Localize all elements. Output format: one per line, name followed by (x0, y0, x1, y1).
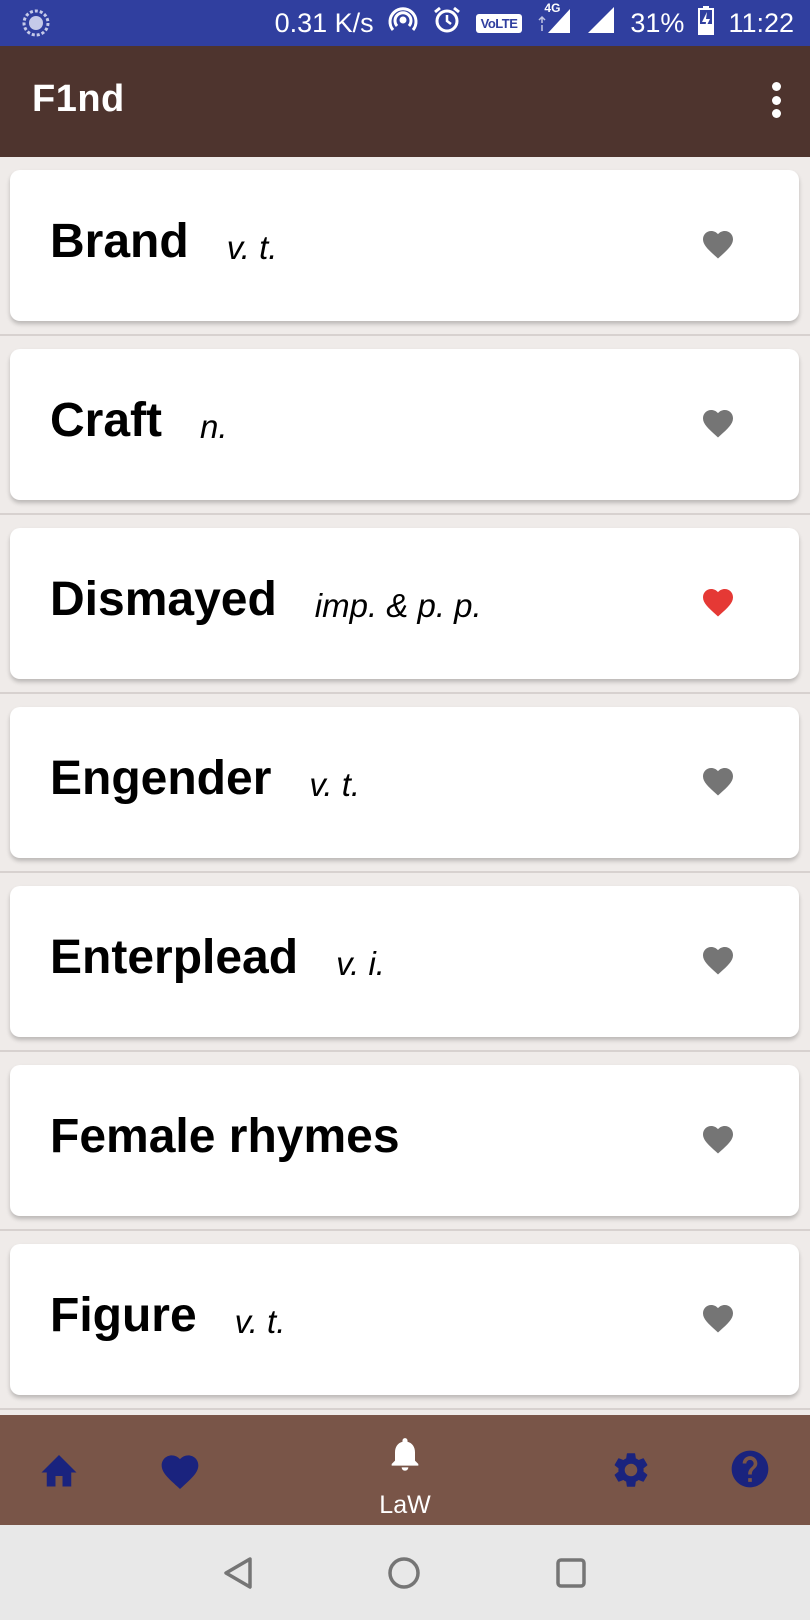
favorite-heart-icon[interactable] (700, 1121, 736, 1155)
word-text: Craft (50, 394, 163, 447)
word-card[interactable]: Figure v. t. (10, 1244, 799, 1395)
recents-icon[interactable] (555, 1557, 587, 1589)
list-item: Craft n. (0, 336, 810, 515)
list-item: Figure v. t. (0, 1231, 810, 1410)
part-of-speech: v. i. (336, 945, 385, 982)
battery-charging-icon (698, 5, 715, 42)
nav-law-button[interactable]: LaW (370, 1433, 440, 1523)
home-circle-icon[interactable] (387, 1556, 421, 1590)
bottom-nav: LaW (0, 1415, 810, 1525)
network-type-label: 4G (544, 0, 561, 15)
word-text: Female rhymes (50, 1110, 400, 1163)
favorite-heart-icon[interactable] (700, 763, 736, 797)
word-title: Engender v. t. (50, 751, 360, 806)
home-icon (41, 1455, 77, 1487)
nav-settings-button[interactable] (610, 1449, 652, 1496)
word-text: Engender (50, 752, 272, 805)
help-icon (731, 1450, 769, 1488)
word-title: Brand v. t. (50, 214, 277, 269)
battery-level: 31% (630, 7, 685, 38)
system-nav-bar (0, 1525, 810, 1620)
word-title: Figure v. t. (50, 1288, 285, 1343)
hotspot-icon (388, 5, 418, 42)
part-of-speech: v. t. (226, 229, 278, 266)
overflow-menu-button[interactable] (770, 82, 782, 118)
part-of-speech: v. t. (234, 1303, 286, 1340)
list-item: Enterplead v. i. (0, 873, 810, 1052)
part-of-speech: n. (200, 408, 228, 445)
part-of-speech: imp. & p. p. (314, 587, 482, 624)
word-title: Enterplead v. i. (50, 930, 385, 985)
list-item: Dismayed imp. & p. p. (0, 515, 810, 694)
favorite-heart-icon[interactable] (700, 942, 736, 976)
word-card[interactable]: Craft n. (10, 349, 799, 500)
dot-icon (771, 82, 781, 91)
word-title: Craft n. (50, 393, 228, 448)
favorite-heart-icon[interactable] (700, 405, 736, 439)
app-title: F1nd (32, 78, 125, 120)
word-title: Female rhymes (50, 1109, 438, 1164)
part-of-speech: v. t. (309, 766, 361, 803)
signal-icon (586, 5, 616, 42)
word-text: Brand (50, 215, 189, 268)
word-list: Brand v. t. Craft n. Dismayed imp. & p. p. … (0, 157, 810, 1415)
clock: 11:22 (728, 7, 794, 38)
volte-badge: VoLTE (475, 13, 523, 33)
word-text: Enterplead (50, 931, 299, 984)
dot-icon (771, 95, 781, 105)
dot-icon (771, 109, 781, 118)
word-text: Dismayed (50, 573, 277, 626)
nav-law-label: LaW (379, 1491, 431, 1519)
list-item: Female rhymes (0, 1052, 810, 1231)
nav-home-button[interactable] (38, 1449, 80, 1494)
bell-icon (391, 1438, 419, 1471)
nav-help-button[interactable] (728, 1447, 772, 1496)
net-speed: 0.31 K/s (274, 7, 374, 38)
alarm-icon (432, 5, 462, 42)
favorite-heart-icon[interactable] (700, 1300, 736, 1334)
list-item: Engender v. t. (0, 694, 810, 873)
favorite-heart-icon[interactable] (700, 584, 736, 618)
nav-favorites-button[interactable] (158, 1449, 202, 1496)
favorite-heart-icon[interactable] (700, 226, 736, 260)
app-bar: F1nd (0, 46, 810, 157)
heart-icon (161, 1455, 199, 1489)
gear-icon (614, 1453, 648, 1487)
word-card[interactable]: Enterplead v. i. (10, 886, 799, 1037)
status-bar: 0.31 K/s VoLTE 4G 31% 11:22 (0, 0, 810, 46)
signal-4g-icon: 4G (536, 1, 572, 42)
word-card[interactable]: Dismayed imp. & p. p. (10, 528, 799, 679)
list-item: Brand v. t. (0, 157, 810, 336)
back-icon[interactable] (222, 1555, 254, 1591)
word-card[interactable]: Brand v. t. (10, 170, 799, 321)
word-text: Figure (50, 1289, 197, 1342)
word-card[interactable]: Female rhymes (10, 1065, 799, 1216)
sync-icon (22, 9, 50, 44)
word-title: Dismayed imp. & p. p. (50, 572, 482, 627)
word-card[interactable]: Engender v. t. (10, 707, 799, 858)
